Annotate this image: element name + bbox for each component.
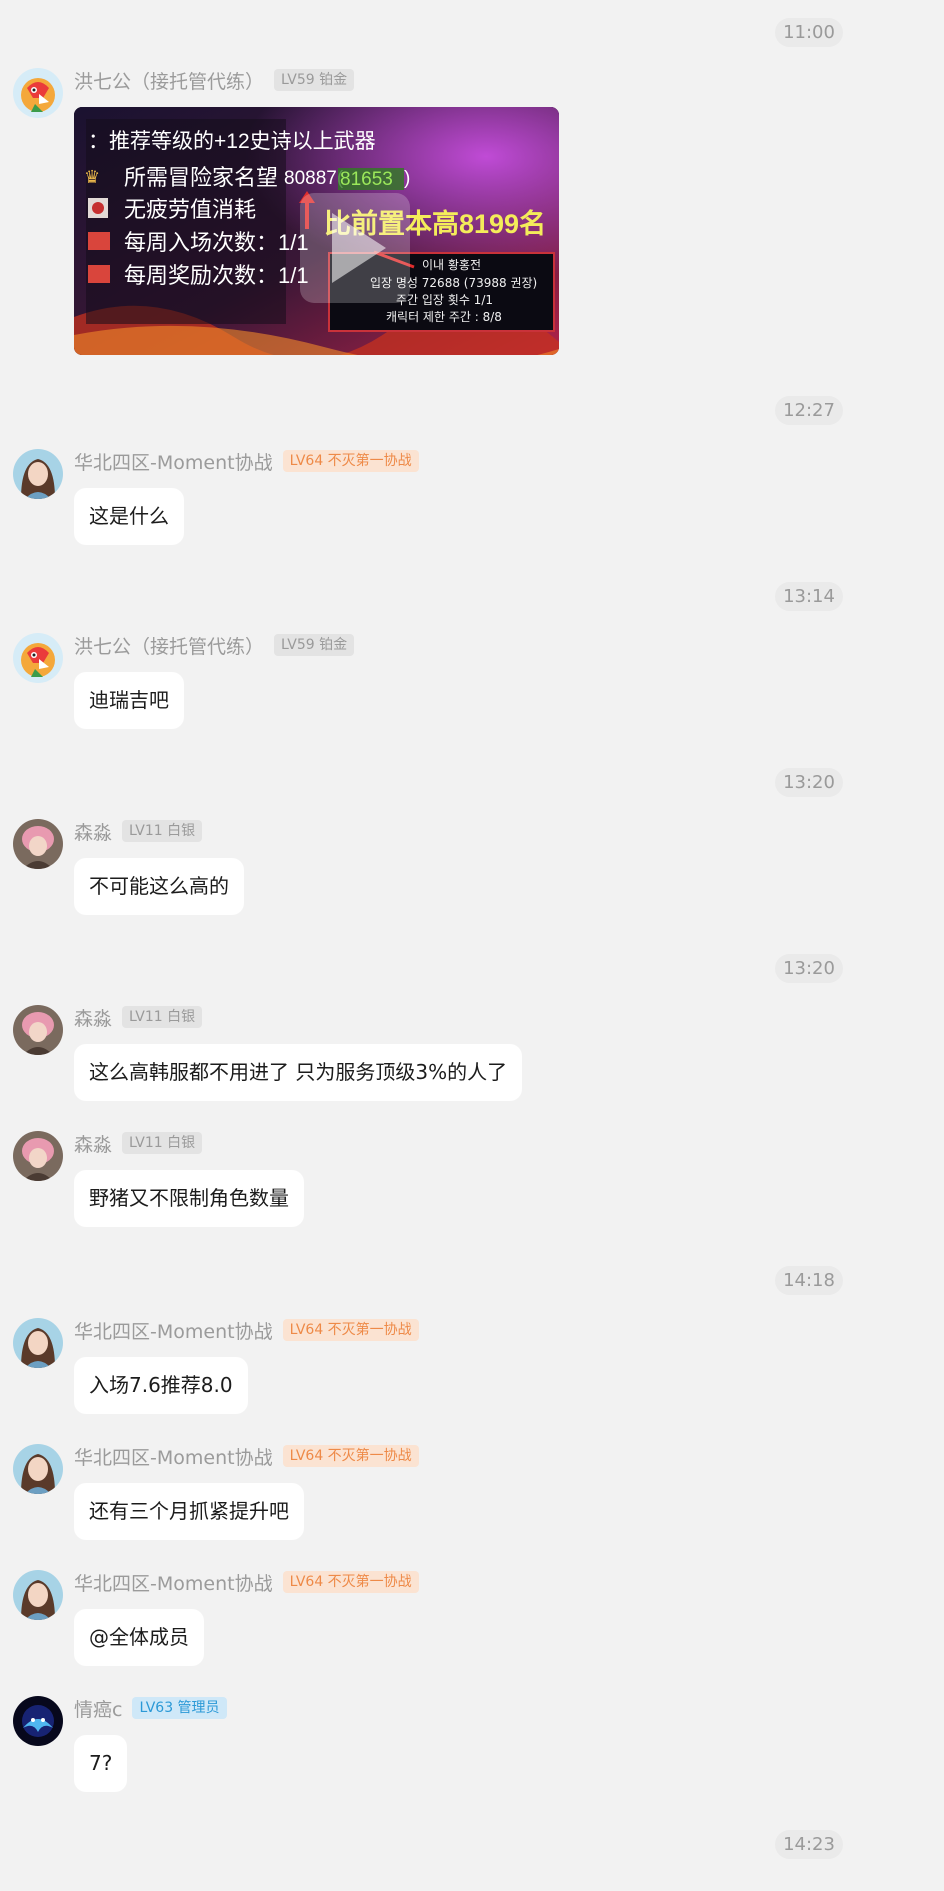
- sender-name[interactable]: 洪七公（接托管代练）: [74, 632, 264, 659]
- timestamp: 14:23: [775, 1830, 843, 1859]
- level-badge: LV64 不灭第一协战: [282, 450, 419, 472]
- timestamp: 13:20: [775, 954, 843, 983]
- message-meta: 华北四区-Moment协战 LV64 不灭第一协战: [74, 448, 419, 475]
- sender-name[interactable]: 情癌c: [74, 1695, 122, 1722]
- sender-name[interactable]: 华北四区-Moment协战: [74, 1569, 273, 1596]
- video-line: 80887(: [284, 168, 344, 189]
- level-badge: LV59 铂金: [274, 634, 355, 656]
- sender-name[interactable]: 华北四区-Moment协战: [74, 448, 273, 475]
- timestamp: 12:27: [775, 396, 843, 425]
- message-bubble[interactable]: 这么高韩服都不用进了 只为服务顶级3%的人了: [74, 1044, 523, 1101]
- sender-name[interactable]: 森淼: [74, 1004, 112, 1031]
- message-meta: 华北四区-Moment协战 LV64 不灭第一协战: [74, 1443, 419, 1470]
- sender-name[interactable]: 森淼: [74, 818, 112, 845]
- message-bubble[interactable]: 7?: [74, 1735, 128, 1792]
- level-badge: LV64 不灭第一协战: [282, 1319, 419, 1341]
- avatar[interactable]: [13, 1318, 63, 1368]
- video-line: 캐릭터 제한 주간 : 8/8: [386, 310, 502, 324]
- girl-avatar-icon: [13, 449, 63, 499]
- video-line: 每周奖励次数：1/1: [124, 263, 309, 288]
- message-bubble[interactable]: 还有三个月抓紧提升吧: [74, 1483, 304, 1540]
- message-bubble[interactable]: 入场7.6推荐8.0: [74, 1357, 248, 1414]
- avatar[interactable]: [13, 1131, 63, 1181]
- avatar[interactable]: [13, 449, 63, 499]
- video-line: 所需冒险家名望: [124, 165, 278, 190]
- video-highlight-value: 81653: [340, 169, 393, 190]
- sender-name[interactable]: 华北四区-Moment协战: [74, 1317, 273, 1344]
- girl-avatar-icon: [13, 1570, 63, 1620]
- message-meta: 森淼 LV11 白银: [74, 1004, 203, 1031]
- avatar[interactable]: [13, 819, 63, 869]
- level-badge: LV64 不灭第一协战: [282, 1571, 419, 1593]
- message-meta: 洪七公（接托管代练） LV59 铂金: [74, 67, 355, 94]
- pink-hair-avatar-icon: [13, 1131, 63, 1181]
- message-bubble[interactable]: @全体成员: [74, 1609, 204, 1666]
- play-icon[interactable]: [300, 193, 410, 303]
- sender-name[interactable]: 森淼: [74, 1130, 112, 1157]
- girl-avatar-icon: [13, 1318, 63, 1368]
- message-bubble[interactable]: 这是什么: [74, 488, 184, 545]
- video-line: ): [404, 168, 410, 189]
- message-meta: 森淼 LV11 白银: [74, 1130, 203, 1157]
- message-bubble[interactable]: 迪瑞吉吧: [74, 672, 184, 729]
- level-badge: LV59 铂金: [274, 69, 355, 91]
- timestamp: 13:14: [775, 582, 843, 611]
- video-line: 每周入场次数：1/1: [124, 230, 309, 255]
- admin-badge: LV63 管理员: [132, 1697, 227, 1719]
- avatar[interactable]: [13, 68, 63, 118]
- parrot-avatar-icon: [13, 633, 63, 683]
- level-badge: LV11 白银: [122, 820, 203, 842]
- video-line: 无疲劳值消耗: [124, 197, 256, 222]
- timestamp: 13:20: [775, 768, 843, 797]
- video-line: 주간 입장 횟수 1/1: [396, 293, 493, 307]
- message-meta: 华北四区-Moment协战 LV64 不灭第一协战: [74, 1317, 419, 1344]
- message-meta: 森淼 LV11 白银: [74, 818, 203, 845]
- parrot-avatar-icon: [13, 68, 63, 118]
- message-bubble[interactable]: 野猪又不限制角色数量: [74, 1170, 304, 1227]
- message-meta: 洪七公（接托管代练） LV59 铂金: [74, 632, 355, 659]
- avatar[interactable]: [13, 1444, 63, 1494]
- level-badge: LV11 白银: [122, 1132, 203, 1154]
- timestamp: 14:18: [775, 1266, 843, 1295]
- avatar[interactable]: [13, 1005, 63, 1055]
- pink-hair-avatar-icon: [13, 819, 63, 869]
- message-meta: 华北四区-Moment协战 LV64 不灭第一协战: [74, 1569, 419, 1596]
- message-bubble[interactable]: 不可能这么高的: [74, 858, 244, 915]
- level-badge: LV11 白银: [122, 1006, 203, 1028]
- video-message-thumbnail[interactable]: ：推荐等级的+12史诗以上武器 ♛ 所需冒险家名望 80887( 81653 )…: [74, 107, 559, 355]
- avatar[interactable]: [13, 1570, 63, 1620]
- sender-name[interactable]: 洪七公（接托管代练）: [74, 67, 264, 94]
- video-line: 이내 황홍전: [422, 258, 481, 272]
- level-badge: LV64 不灭第一协战: [282, 1445, 419, 1467]
- pink-hair-avatar-icon: [13, 1005, 63, 1055]
- avatar[interactable]: [13, 1696, 63, 1746]
- video-line: ：推荐等级的+12史诗以上武器: [88, 130, 376, 153]
- timestamp: 11:00: [775, 18, 843, 47]
- dark-wolf-avatar-icon: [13, 1696, 63, 1746]
- message-meta: 情癌c LV63 管理员: [74, 1695, 227, 1722]
- avatar[interactable]: [13, 633, 63, 683]
- chat-message-list[interactable]: 11:00 洪七公（接托管代练） LV59 铂金 ：推荐等级的+12史诗以上武器…: [0, 0, 944, 1891]
- sender-name[interactable]: 华北四区-Moment协战: [74, 1443, 273, 1470]
- girl-avatar-icon: [13, 1444, 63, 1494]
- trophy-icon: ♛: [84, 167, 100, 188]
